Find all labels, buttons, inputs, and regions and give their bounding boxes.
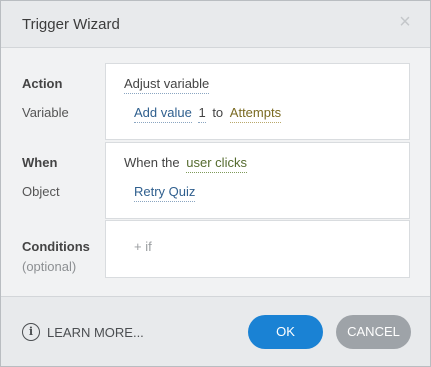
variable-operation[interactable]: Add value: [134, 105, 192, 123]
when-box: When the user clicks Retry Quiz: [105, 142, 410, 219]
conditions-label: Conditions: [22, 239, 90, 254]
object-line: Retry Quiz: [134, 184, 196, 202]
when-label: When: [22, 155, 58, 170]
object-select[interactable]: Retry Quiz: [134, 184, 196, 202]
conditions-box: + if: [105, 220, 410, 278]
dialog-footer: i LEARN MORE... OK CANCEL: [1, 296, 430, 366]
action-box: Adjust variable Add value 1 to Attempts: [105, 63, 410, 140]
action-select[interactable]: Adjust variable: [124, 76, 210, 94]
when-line: When the user clicks: [124, 155, 247, 173]
when-prefix: When the: [124, 155, 180, 170]
when-event[interactable]: user clicks: [186, 155, 247, 173]
variable-connector: to: [212, 105, 224, 120]
title-bar: Trigger Wizard ×: [1, 1, 430, 48]
learn-more-link[interactable]: i LEARN MORE...: [22, 323, 144, 341]
dialog-body: Action Variable Adjust variable Add valu…: [1, 48, 430, 296]
add-if-button[interactable]: + if: [134, 239, 152, 254]
trigger-wizard-dialog: Trigger Wizard × Action Variable Adjust …: [0, 0, 431, 367]
conditions-sublabel: (optional): [22, 259, 77, 274]
action-label: Action: [22, 76, 63, 91]
info-icon: i: [22, 323, 40, 341]
object-label: Object: [22, 184, 60, 199]
variable-line: Add value 1 to Attempts: [134, 105, 282, 123]
dialog-title: Trigger Wizard: [22, 16, 120, 33]
ok-button[interactable]: OK: [248, 315, 323, 349]
action-section: Action Variable Adjust variable Add valu…: [1, 48, 430, 143]
action-line: Adjust variable: [124, 76, 210, 94]
cancel-button[interactable]: CANCEL: [336, 315, 411, 349]
variable-amount[interactable]: 1: [198, 105, 206, 123]
variable-label: Variable: [22, 105, 69, 120]
when-section: When Object When the user clicks Retry Q…: [1, 142, 430, 221]
conditions-section: Conditions (optional) + if: [1, 220, 430, 282]
close-icon[interactable]: ×: [396, 12, 414, 32]
learn-more-label: LEARN MORE...: [47, 324, 144, 340]
variable-target[interactable]: Attempts: [229, 105, 282, 123]
